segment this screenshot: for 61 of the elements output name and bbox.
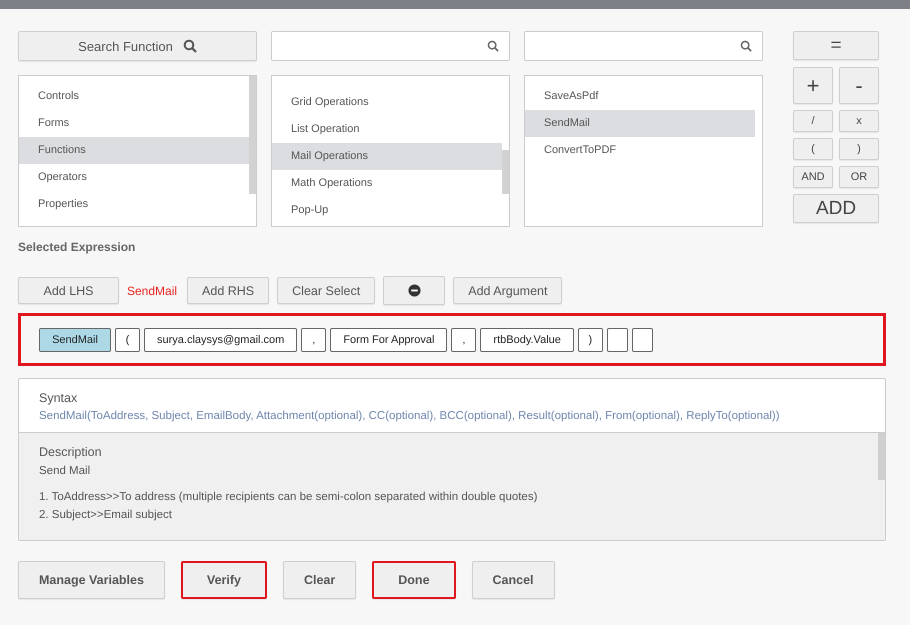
group-item[interactable]: Pop-Up <box>272 197 502 224</box>
search-field[interactable] <box>524 31 763 61</box>
operator-button[interactable]: + <box>793 67 833 104</box>
current-function-label: SendMail <box>127 284 178 298</box>
expression-button[interactable]: Clear Select <box>277 277 376 304</box>
section-title: Selected Expression <box>18 240 136 254</box>
search-icon <box>487 40 499 52</box>
footer-button[interactable]: Manage Variables <box>18 561 165 599</box>
expression-token[interactable]: rtbBody.Value <box>480 328 574 352</box>
expression-token[interactable]: ) <box>578 328 603 352</box>
category-item[interactable]: Properties <box>19 191 249 218</box>
syntax-text: SendMail(ToAddress, Subject, EmailBody, Attachment(optional), CC(optional), BCC(optional), Result(optional), From(optional), ReplyTo(optional)) <box>39 410 781 422</box>
search-icon <box>740 40 752 52</box>
operator-button[interactable]: - <box>839 67 879 104</box>
group-item[interactable]: Mail Operations <box>272 143 502 170</box>
category-item[interactable]: Functions <box>19 137 249 164</box>
description-line: 2. Subject>>Email subject <box>39 509 173 521</box>
expression-token[interactable]: , <box>301 328 326 352</box>
operator-button[interactable]: ( <box>793 138 833 160</box>
expression-token[interactable]: surya.claysys@gmail.com <box>144 328 298 352</box>
expression-token[interactable] <box>632 328 653 352</box>
function-item[interactable]: ConvertToPDF <box>525 137 755 164</box>
function-item[interactable]: SaveAsPdf <box>525 83 755 110</box>
footer-button[interactable]: Done <box>372 561 456 599</box>
category-item[interactable]: Controls <box>19 83 249 110</box>
footer-button[interactable]: Clear <box>282 561 356 599</box>
category-item[interactable]: Operators <box>19 164 249 191</box>
operator-button[interactable]: = <box>793 31 879 60</box>
description-title: Description <box>39 445 103 459</box>
expression-button[interactable]: Add RHS <box>187 277 270 304</box>
footer-button[interactable]: Cancel <box>472 561 555 599</box>
footer-button[interactable]: Verify <box>180 561 267 599</box>
operator-button[interactable]: OR <box>839 166 879 188</box>
scrollbar[interactable] <box>249 76 256 194</box>
expression-token[interactable]: ( <box>115 328 140 352</box>
syntax-title: Syntax <box>39 391 78 405</box>
expression-button[interactable]: Add LHS <box>18 277 119 304</box>
group-item[interactable]: Grid Operations <box>272 89 502 116</box>
minus-circle-icon <box>408 284 421 297</box>
function-item[interactable]: SendMail <box>525 110 755 137</box>
scrollbar[interactable] <box>502 150 509 194</box>
operator-button[interactable]: x <box>839 110 879 132</box>
search-field[interactable] <box>271 31 510 61</box>
expression-token[interactable]: Form For Approval <box>330 328 448 352</box>
category-item[interactable]: Forms <box>19 110 249 137</box>
group-item[interactable]: Math Operations <box>272 170 502 197</box>
expression-token[interactable]: SendMail <box>39 328 111 352</box>
search-function-button[interactable]: Search Function <box>18 31 257 61</box>
expression-token[interactable] <box>606 328 628 352</box>
operator-button[interactable]: AND <box>793 166 833 188</box>
operator-button[interactable]: ) <box>839 138 879 160</box>
description-summary: Send Mail <box>39 465 92 477</box>
remove-button[interactable] <box>383 276 446 305</box>
scrollbar[interactable] <box>878 433 885 480</box>
operator-button[interactable]: / <box>793 110 833 132</box>
description-line: 1. ToAddress>>To address (multiple recipients can be semi-colon separated within double quotes) <box>39 491 538 503</box>
operator-button[interactable]: ADD <box>793 194 879 223</box>
search-icon <box>182 39 197 53</box>
group-item[interactable]: List Operation <box>272 116 502 143</box>
expression-token[interactable]: , <box>451 328 476 352</box>
expression-button[interactable]: Add Argument <box>453 277 562 304</box>
